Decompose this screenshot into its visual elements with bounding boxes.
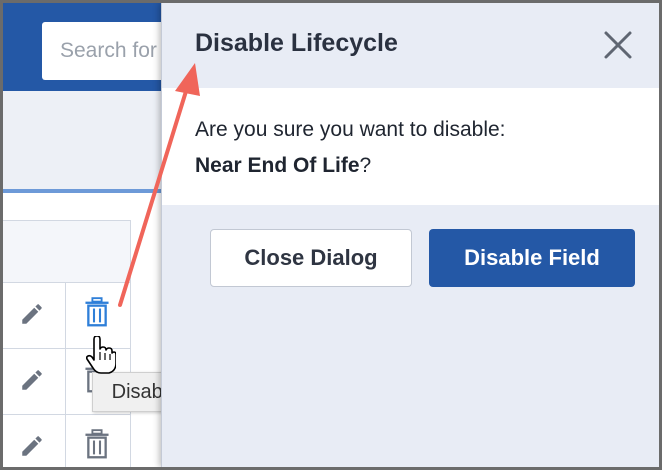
dialog-title: Disable Lifecycle (195, 29, 398, 57)
lifecycle-name: Near End Of Life? (195, 154, 371, 178)
table-row (3, 415, 131, 467)
lifecycle-name-text: Near End Of Life (195, 154, 360, 177)
trash-icon[interactable] (83, 297, 111, 327)
table-header (3, 220, 131, 283)
lifecycle-table (3, 193, 163, 467)
disable-field-button[interactable]: Disable Field (429, 229, 635, 287)
pencil-icon[interactable] (19, 367, 45, 393)
pencil-icon[interactable] (19, 433, 45, 459)
dialog-body: Are you sure you want to disable: Near E… (162, 88, 659, 205)
toolbar-area (3, 91, 163, 191)
trash-icon[interactable] (83, 429, 111, 459)
pencil-icon[interactable] (19, 301, 45, 327)
close-dialog-button[interactable]: Close Dialog (210, 229, 412, 287)
screenshot-frame: Search for Disable Disable Lifecycle Are… (3, 3, 659, 467)
confirm-question: Are you sure you want to disable: (195, 118, 506, 141)
close-icon[interactable] (602, 29, 634, 61)
disable-lifecycle-dialog: Disable Lifecycle Are you sure you want … (161, 3, 659, 467)
hand-cursor-icon (86, 336, 116, 374)
question-mark: ? (359, 154, 372, 177)
